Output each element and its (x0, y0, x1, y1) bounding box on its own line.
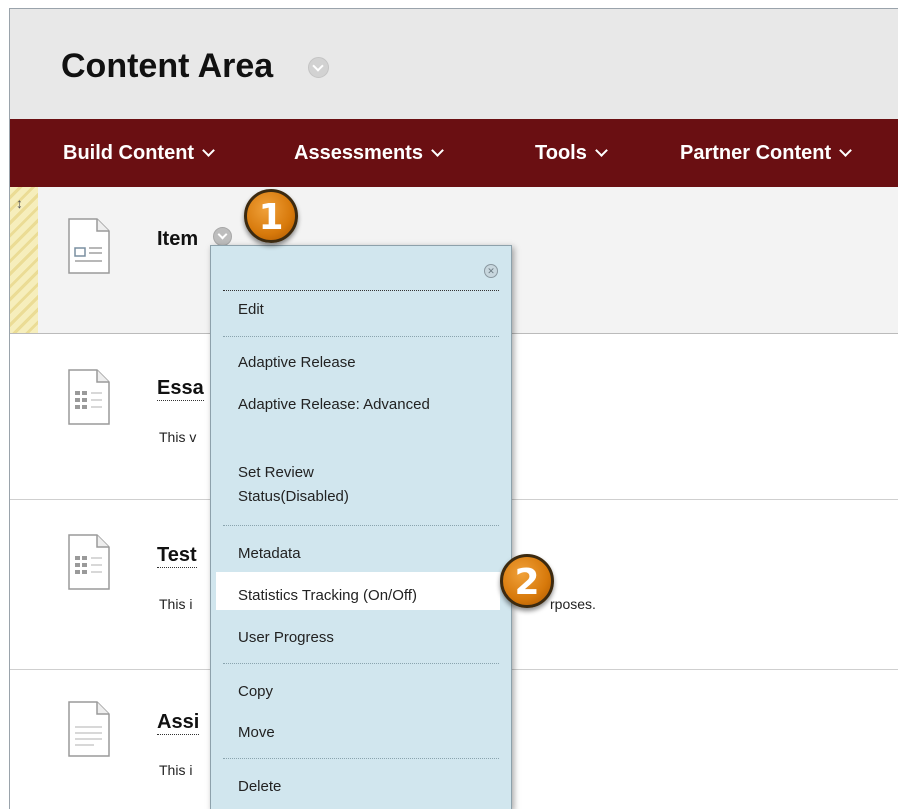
chevron-down-icon (594, 144, 608, 157)
assignment-description: This i (159, 762, 193, 778)
chevron-down-icon[interactable] (308, 57, 329, 78)
tools-menu[interactable]: Tools (535, 142, 608, 165)
drag-strip[interactable]: ↕ (10, 187, 38, 333)
assessments-label: Assessments (294, 142, 423, 164)
menu-item-move[interactable]: Move (238, 721, 275, 745)
step-1-callout: 1 (244, 189, 298, 243)
menu-divider (223, 525, 499, 526)
item-title[interactable]: Item (157, 228, 198, 251)
chevron-down-icon (839, 144, 852, 157)
test-description-tail: rposes. (550, 596, 596, 612)
menu-item-user-progress[interactable]: User Progress (238, 626, 334, 650)
tools-label: Tools (535, 142, 587, 164)
drag-handle-icon[interactable]: ↕ (16, 195, 23, 211)
page-title: Content Area (61, 47, 274, 85)
assignment-title[interactable]: Assi (157, 711, 200, 735)
menu-item-statistics-tracking[interactable]: Statistics Tracking (On/Off) (238, 584, 417, 608)
partner-content-menu[interactable]: Partner Content (680, 142, 852, 165)
test-title[interactable]: Test (157, 544, 197, 568)
menu-item-adaptive-release[interactable]: Adaptive Release (238, 351, 356, 375)
test-description: This i (159, 596, 193, 612)
close-icon[interactable]: ✕ (484, 264, 498, 278)
step-2-callout: 2 (500, 554, 554, 608)
action-menubar: Build Content Assessments Tools Partner … (10, 119, 898, 187)
item-context-menu: ✕ Edit Adaptive Release Adaptive Release… (210, 245, 512, 809)
assessments-menu[interactable]: Assessments (294, 142, 444, 165)
menu-item-adaptive-release-advanced[interactable]: Adaptive Release: Advanced (238, 393, 438, 417)
menu-item-delete[interactable]: Delete (238, 775, 281, 799)
menu-divider (223, 758, 499, 759)
build-content-label: Build Content (63, 142, 195, 164)
chevron-down-icon (431, 144, 444, 157)
menu-item-set-review-status[interactable]: Set Review Status(Disabled) (238, 461, 408, 509)
item-options-chevron-icon[interactable] (213, 227, 232, 246)
essay-title[interactable]: Essa (157, 377, 204, 401)
menu-item-edit[interactable]: Edit (238, 298, 264, 322)
menu-divider (223, 663, 499, 664)
menu-item-metadata[interactable]: Metadata (238, 542, 301, 566)
page-header: Content Area (10, 9, 898, 119)
partner-content-label: Partner Content (680, 142, 832, 164)
chevron-down-icon (202, 144, 215, 157)
build-content-menu[interactable]: Build Content (63, 142, 215, 165)
menu-divider (223, 290, 499, 291)
document-icon (68, 701, 110, 757)
document-icon (68, 369, 110, 425)
menu-item-copy[interactable]: Copy (238, 680, 273, 704)
essay-description: This v (159, 429, 197, 445)
content-area-window: Content Area Build Content Assessments T… (9, 8, 898, 809)
document-icon (68, 534, 110, 590)
document-icon (68, 218, 110, 274)
menu-divider (223, 336, 499, 337)
